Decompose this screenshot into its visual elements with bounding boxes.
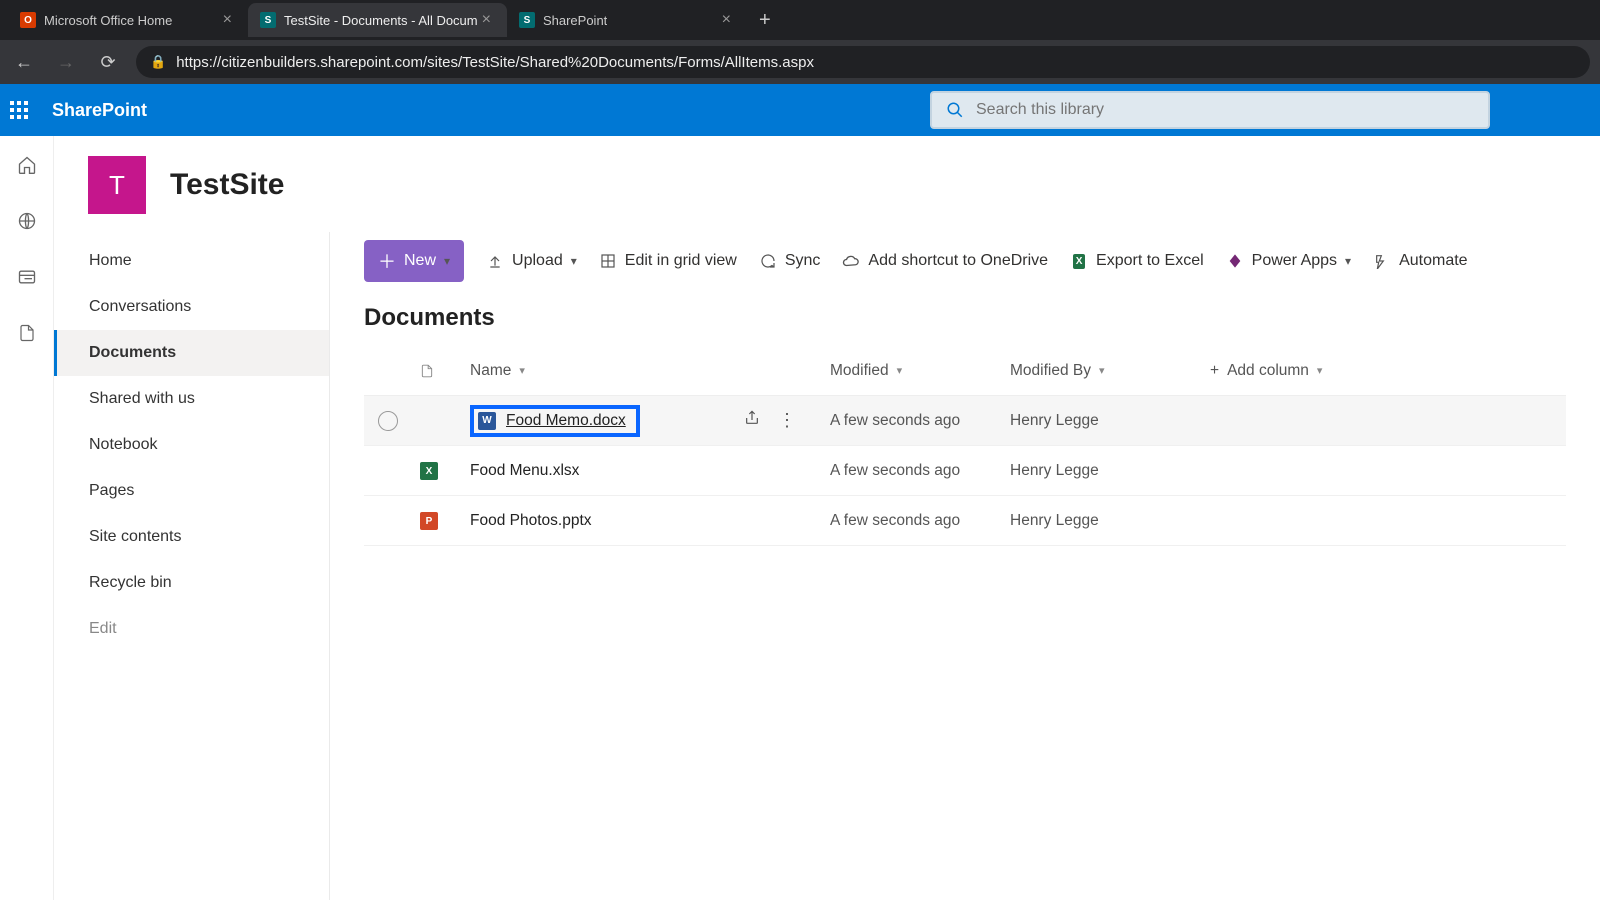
tab-label: Microsoft Office Home (44, 13, 172, 28)
table-row[interactable]: W Food Memo.docx ⋮ A few seconds ago Henry… (364, 396, 1566, 446)
file-name-link[interactable]: Food Menu.xlsx (470, 462, 579, 480)
file-name-link[interactable]: Food Photos.pptx (470, 512, 592, 530)
chevron-down-icon: ▾ (519, 364, 525, 377)
sidebar-item[interactable]: Pages (54, 468, 329, 514)
column-header-modified[interactable]: Modified▾ (830, 362, 1010, 380)
modifiedby-cell: Henry Legge (1010, 512, 1210, 530)
news-icon[interactable] (16, 266, 38, 288)
sync-icon (759, 252, 777, 270)
browser-tab[interactable]: S SharePoint × (507, 3, 747, 37)
search-icon (946, 101, 964, 119)
tab-favicon: S (519, 12, 535, 28)
modified-cell: A few seconds ago (830, 412, 1010, 430)
chevron-down-icon: ▾ (444, 254, 450, 268)
sidebar-item[interactable]: Home (54, 238, 329, 284)
lock-icon: 🔒 (150, 54, 166, 70)
file-name-link[interactable]: Food Memo.docx (506, 412, 626, 430)
tab-favicon: O (20, 12, 36, 28)
export-excel-button[interactable]: X Export to Excel (1070, 252, 1204, 270)
automate-button[interactable]: Automate (1373, 252, 1467, 270)
select-circle[interactable] (378, 411, 398, 431)
tab-favicon: S (260, 12, 276, 28)
sidebar-item[interactable]: Conversations (54, 284, 329, 330)
sidebar-item[interactable]: Edit (54, 606, 329, 652)
document-table: Name▾ Modified▾ Modified By▾ +Add column… (330, 346, 1600, 546)
new-button[interactable]: ＋ New ▾ (364, 240, 464, 282)
modifiedby-cell: Henry Legge (1010, 462, 1210, 480)
browser-toolbar: ← → ⟳ 🔒 https://citizenbuilders.sharepoi… (0, 40, 1600, 84)
url-text: https://citizenbuilders.sharepoint.com/s… (176, 54, 814, 71)
app-launcher-icon[interactable] (10, 101, 46, 119)
globe-icon[interactable] (16, 210, 38, 232)
address-bar[interactable]: 🔒 https://citizenbuilders.sharepoint.com… (136, 46, 1590, 78)
sidebar-item[interactable]: Notebook (54, 422, 329, 468)
powerapps-icon (1226, 252, 1244, 270)
back-button[interactable]: ← (10, 52, 38, 73)
home-icon[interactable] (16, 154, 38, 176)
add-column-button[interactable]: +Add column▾ (1210, 362, 1430, 380)
file-type-icon: P (420, 512, 438, 530)
share-icon[interactable] (744, 410, 760, 431)
add-shortcut-button[interactable]: Add shortcut to OneDrive (842, 252, 1048, 270)
browser-tab-strip: O Microsoft Office Home × S TestSite - Docum… (0, 0, 1600, 40)
site-header: T TestSite (54, 136, 1600, 232)
command-bar: ＋ New ▾ Upload ▾ Edit in grid view (330, 232, 1600, 294)
new-tab-button[interactable]: + (747, 9, 783, 32)
table-row[interactable]: P Food Photos.pptx A few seconds ago Hen… (364, 496, 1566, 546)
tab-label: SharePoint (543, 13, 607, 28)
close-icon[interactable]: × (478, 11, 495, 29)
sidebar-item[interactable]: Site contents (54, 514, 329, 560)
file-type-icon: X (420, 462, 438, 480)
sidebar-item[interactable]: Recycle bin (54, 560, 329, 606)
brand-label[interactable]: SharePoint (52, 100, 147, 121)
site-title[interactable]: TestSite (170, 168, 284, 202)
onedrive-icon (842, 252, 860, 270)
table-header-row: Name▾ Modified▾ Modified By▾ +Add column… (364, 346, 1566, 396)
chevron-down-icon: ▾ (1345, 254, 1351, 268)
left-rail (0, 136, 54, 900)
modified-cell: A few seconds ago (830, 512, 1010, 530)
modifiedby-cell: Henry Legge (1010, 412, 1210, 430)
more-icon[interactable]: ⋮ (778, 410, 796, 431)
search-input[interactable] (976, 101, 1474, 119)
column-header-name[interactable]: Name▾ (470, 362, 830, 380)
power-apps-button[interactable]: Power Apps ▾ (1226, 252, 1351, 270)
tab-label: TestSite - Documents - All Docum (284, 13, 478, 28)
library-title: Documents (330, 294, 1600, 346)
plus-icon: ＋ (378, 248, 396, 274)
upload-button[interactable]: Upload ▾ (486, 252, 577, 270)
file-type-icon: W (478, 412, 496, 430)
plus-icon: + (1210, 362, 1219, 380)
browser-tab[interactable]: S TestSite - Documents - All Docum× (248, 3, 507, 37)
column-header-modifiedby[interactable]: Modified By▾ (1010, 362, 1210, 380)
table-row[interactable]: X Food Menu.xlsx A few seconds ago Henry… (364, 446, 1566, 496)
chevron-down-icon: ▾ (1099, 364, 1105, 377)
chevron-down-icon: ▾ (571, 254, 577, 268)
site-nav: HomeConversationsDocumentsShared with us… (54, 232, 330, 900)
close-icon[interactable]: × (219, 11, 236, 29)
chevron-down-icon: ▾ (897, 364, 903, 377)
upload-icon (486, 252, 504, 270)
grid-icon (599, 252, 617, 270)
excel-icon: X (1070, 252, 1088, 270)
browser-tab[interactable]: O Microsoft Office Home × (8, 3, 248, 37)
sidebar-item[interactable]: Shared with us (54, 376, 329, 422)
modified-cell: A few seconds ago (830, 462, 1010, 480)
edit-grid-button[interactable]: Edit in grid view (599, 252, 737, 270)
search-box[interactable] (930, 91, 1490, 129)
sidebar-item[interactable]: Documents (54, 330, 329, 376)
close-icon[interactable]: × (718, 11, 735, 29)
suite-bar: SharePoint (0, 84, 1600, 136)
reload-button[interactable]: ⟳ (94, 52, 122, 73)
files-icon[interactable] (16, 322, 38, 344)
automate-icon (1373, 252, 1391, 270)
chevron-down-icon: ▾ (1317, 364, 1323, 377)
column-header-type[interactable] (420, 363, 470, 379)
site-logo[interactable]: T (88, 156, 146, 214)
forward-button[interactable]: → (52, 52, 80, 73)
sync-button[interactable]: Sync (759, 252, 821, 270)
